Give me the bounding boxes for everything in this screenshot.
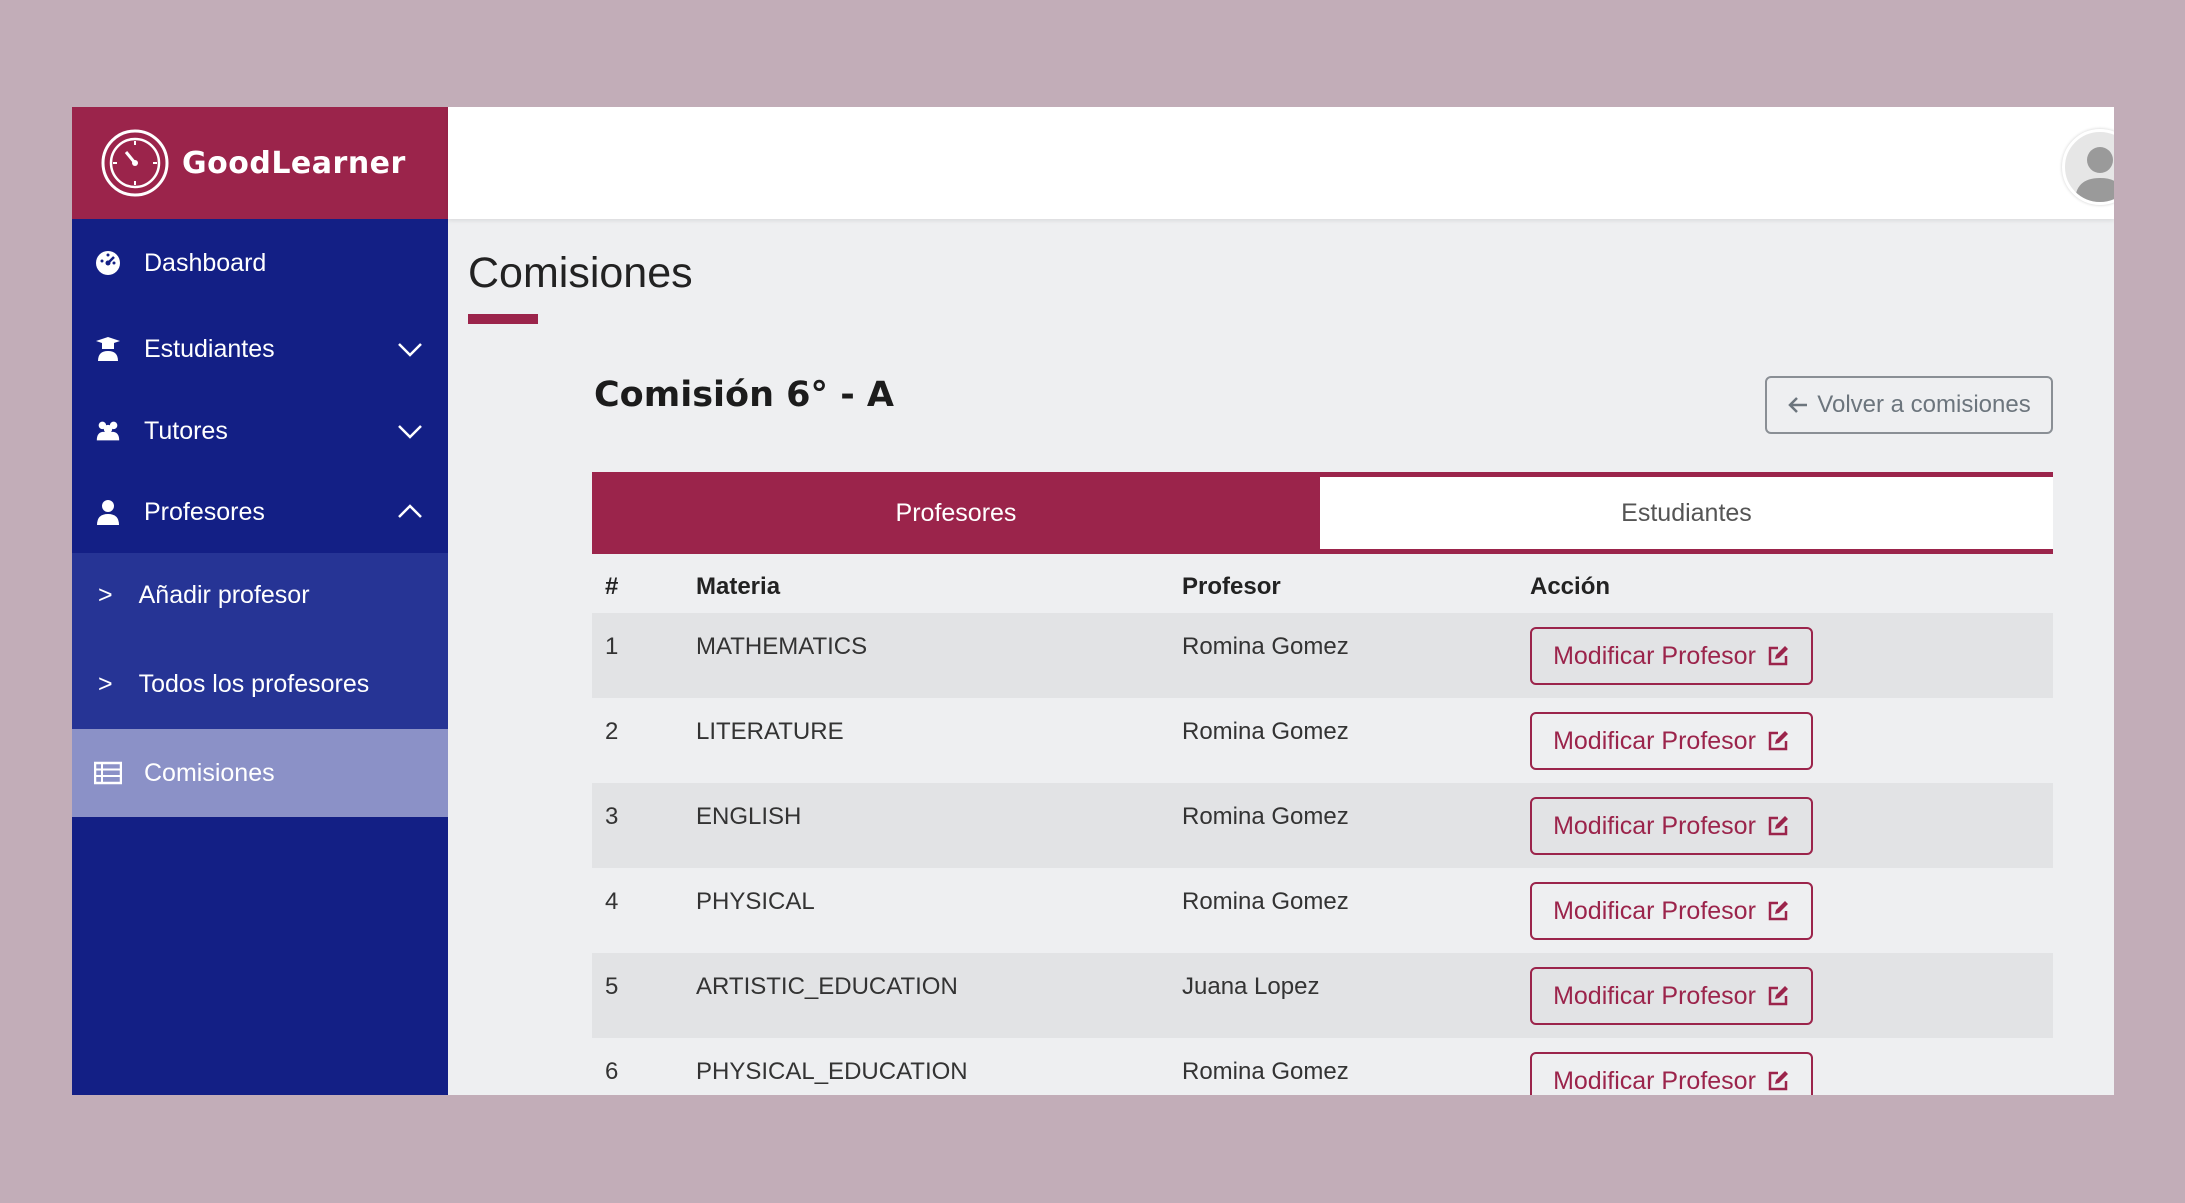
- row-profesor: Romina Gomez: [1182, 633, 1349, 660]
- sidebar-item-label: Tutores: [144, 416, 228, 445]
- back-to-comisiones-button[interactable]: Volver a comisiones: [1765, 376, 2053, 434]
- row-number: 6: [605, 1058, 619, 1085]
- button-label: Modificar Profesor: [1553, 896, 1756, 925]
- stopwatch-logo-icon: [101, 129, 169, 197]
- row-materia: MATHEMATICS: [696, 633, 868, 660]
- table-header-row: # Materia Profesor Acción: [592, 561, 2053, 613]
- submenu-item-label: Añadir profesor: [138, 581, 310, 609]
- sidebar-item-label: Dashboard: [144, 248, 267, 277]
- row-materia: ENGLISH: [696, 803, 802, 830]
- brand-logo[interactable]: GoodLearner: [72, 107, 448, 219]
- app-window: GoodLearner Dashboard Estudiantes Tutore…: [72, 107, 2114, 1095]
- row-number: 5: [605, 973, 619, 1000]
- brand-name: GoodLearner: [182, 145, 406, 181]
- modificar-profesor-button[interactable]: Modificar Profesor: [1530, 797, 1813, 855]
- sidebar-item-label: Profesores: [144, 497, 265, 526]
- tab-bar: Profesores Estudiantes: [592, 472, 2053, 554]
- button-label: Modificar Profesor: [1553, 981, 1756, 1010]
- column-header-profesor: Profesor: [1182, 573, 1281, 600]
- modificar-profesor-button[interactable]: Modificar Profesor: [1530, 882, 1813, 940]
- modificar-profesor-button[interactable]: Modificar Profesor: [1530, 712, 1813, 770]
- edit-icon: [1768, 986, 1788, 1006]
- table-row: 5 ARTISTIC_EDUCATION Juana Lopez Modific…: [592, 953, 2053, 1038]
- page-title: Comisiones: [468, 249, 693, 297]
- tab-estudiantes[interactable]: Estudiantes: [1320, 477, 2053, 549]
- row-number: 2: [605, 718, 619, 745]
- chevron-down-icon: [398, 425, 422, 439]
- users-icon: [96, 421, 120, 441]
- row-number: 4: [605, 888, 619, 915]
- button-label: Modificar Profesor: [1553, 1066, 1756, 1095]
- column-header-number: #: [605, 573, 619, 600]
- sidebar-item-tutores[interactable]: Tutores: [72, 391, 448, 471]
- avatar[interactable]: [2062, 129, 2114, 205]
- table-row: 1 MATHEMATICS Romina Gomez Modificar Pro…: [592, 613, 2053, 698]
- chevron-up-icon: [398, 504, 422, 518]
- tab-profesores[interactable]: Profesores: [592, 477, 1320, 549]
- chevron-down-icon: [398, 343, 422, 357]
- row-materia: ARTISTIC_EDUCATION: [696, 973, 958, 1000]
- submenu-item-anadir-profesor[interactable]: > Añadir profesor: [98, 581, 310, 610]
- submenu-item-todos-profesores[interactable]: > Todos los profesores: [98, 670, 369, 699]
- table-row: 3 ENGLISH Romina Gomez Modificar Profeso…: [592, 783, 2053, 868]
- sidebar-item-label: Comisiones: [144, 758, 275, 787]
- arrow-left-icon: [1788, 397, 1808, 413]
- button-label: Modificar Profesor: [1553, 641, 1756, 670]
- chevron-right-icon: >: [98, 670, 113, 698]
- table-row: 2 LITERATURE Romina Gomez Modificar Prof…: [592, 698, 2053, 783]
- row-profesor: Juana Lopez: [1182, 973, 1320, 1000]
- button-label: Modificar Profesor: [1553, 811, 1756, 840]
- row-number: 1: [605, 633, 619, 660]
- user-icon: [97, 500, 119, 525]
- edit-icon: [1768, 901, 1788, 921]
- row-number: 3: [605, 803, 619, 830]
- row-profesor: Romina Gomez: [1182, 803, 1349, 830]
- row-profesor: Romina Gomez: [1182, 718, 1349, 745]
- row-profesor: Romina Gomez: [1182, 1058, 1349, 1085]
- profesores-submenu: > Añadir profesor > Todos los profesores: [72, 553, 448, 729]
- sidebar-item-label: Estudiantes: [144, 334, 275, 363]
- button-label: Modificar Profesor: [1553, 726, 1756, 755]
- user-avatar-icon: [2075, 147, 2114, 202]
- edit-icon: [1768, 731, 1788, 751]
- row-materia: PHYSICAL: [696, 888, 815, 915]
- column-header-accion: Acción: [1530, 573, 1611, 600]
- column-header-materia: Materia: [696, 573, 781, 600]
- modificar-profesor-button[interactable]: Modificar Profesor: [1530, 967, 1813, 1025]
- profesores-table: # Materia Profesor Acción 1 MATHEMATICS …: [592, 561, 2053, 1095]
- edit-icon: [1768, 816, 1788, 836]
- edit-icon: [1768, 1071, 1788, 1091]
- sidebar-item-comisiones[interactable]: Comisiones: [72, 729, 448, 817]
- sidebar-item-profesores[interactable]: Profesores: [72, 471, 448, 553]
- row-materia: LITERATURE: [696, 718, 844, 745]
- table-icon: [94, 761, 122, 785]
- modificar-profesor-button[interactable]: Modificar Profesor: [1530, 627, 1813, 685]
- table-row: 6 PHYSICAL_EDUCATION Romina Gomez Modifi…: [592, 1038, 2053, 1095]
- sidebar: GoodLearner Dashboard Estudiantes Tutore…: [72, 107, 448, 1095]
- table-row: 4 PHYSICAL Romina Gomez Modificar Profes…: [592, 868, 2053, 953]
- row-materia: PHYSICAL_EDUCATION: [696, 1058, 968, 1085]
- dashboard-icon: [96, 251, 120, 275]
- commission-title: Comisión 6° - A: [594, 375, 895, 415]
- topbar: [448, 107, 2114, 219]
- sidebar-item-dashboard[interactable]: Dashboard: [72, 219, 448, 307]
- submenu-item-label: Todos los profesores: [138, 670, 370, 698]
- title-underline: [468, 314, 538, 324]
- edit-icon: [1768, 646, 1788, 666]
- sidebar-item-estudiantes[interactable]: Estudiantes: [72, 307, 448, 391]
- student-icon: [96, 337, 120, 361]
- modificar-profesor-button[interactable]: Modificar Profesor: [1530, 1052, 1813, 1095]
- chevron-right-icon: >: [98, 581, 113, 609]
- row-profesor: Romina Gomez: [1182, 888, 1349, 915]
- back-button-label: Volver a comisiones: [1817, 391, 2031, 418]
